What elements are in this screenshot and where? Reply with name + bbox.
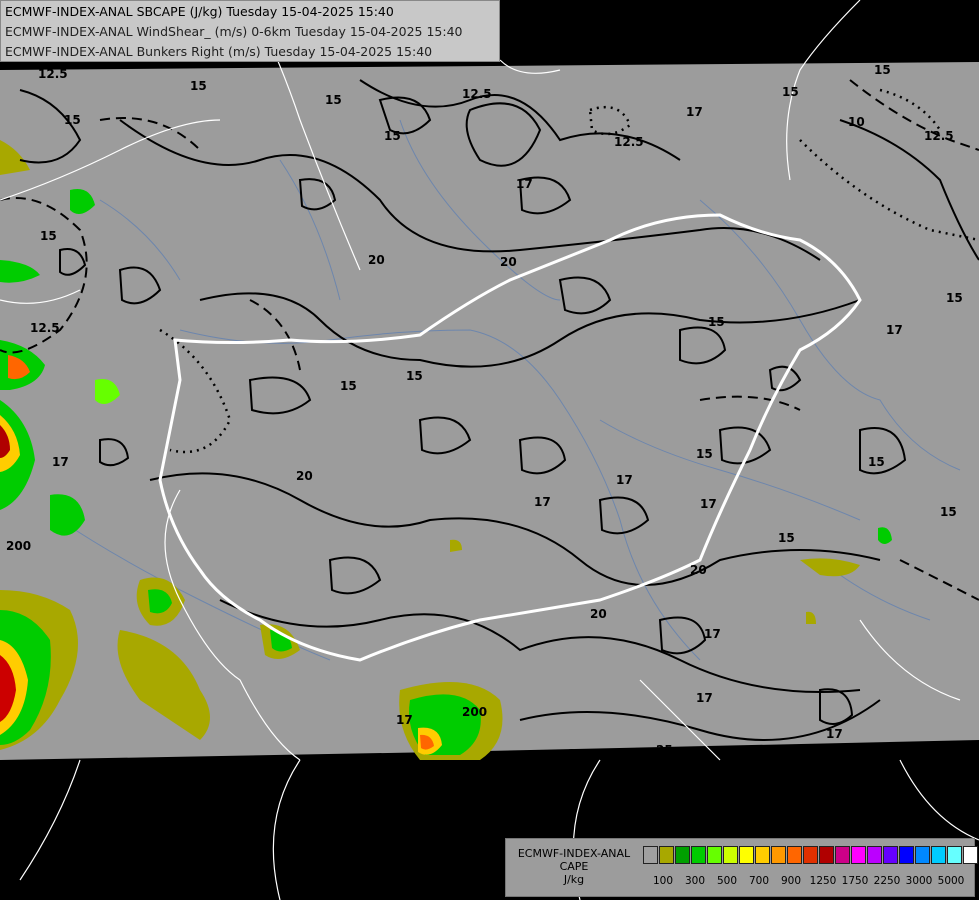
contour-label: 15	[782, 85, 799, 99]
contour-label: 25	[656, 743, 673, 757]
contour-label: 15	[778, 531, 795, 545]
legend-swatch	[851, 846, 866, 864]
legend-tick-label: 1750	[841, 875, 869, 887]
contour-label: 15	[340, 379, 357, 393]
contour-label: 15	[946, 291, 963, 305]
contour-label: 20	[690, 563, 707, 577]
contour-label: 17	[534, 495, 551, 509]
contour-label: 20	[296, 469, 313, 483]
contour-label: 17	[826, 727, 843, 741]
contour-label: 15	[868, 455, 885, 469]
contour-label: 15	[708, 315, 725, 329]
legend-tick-label: 100	[652, 875, 674, 887]
legend-swatch	[771, 846, 786, 864]
legend-swatch	[739, 846, 754, 864]
legend-swatches	[643, 846, 979, 864]
contour-label: 17	[52, 455, 69, 469]
contour-label: 15	[940, 505, 957, 519]
contour-label: 20	[368, 253, 385, 267]
legend-swatch	[931, 846, 946, 864]
contour-label: 17	[700, 497, 717, 511]
contour-label: 20	[568, 747, 585, 761]
contour-label: 15	[190, 79, 207, 93]
contour-label: 12.5	[462, 87, 492, 101]
legend-swatch	[803, 846, 818, 864]
map-canvas: 12.5 15 15 15 12.5 15 12.5 17 15 15 10 1…	[0, 0, 979, 900]
contour-label: 17	[616, 473, 633, 487]
map-header: ECMWF-INDEX-ANAL SBCAPE (J/kg) Tuesday 1…	[0, 0, 500, 62]
legend-swatch	[963, 846, 978, 864]
legend-swatch	[883, 846, 898, 864]
header-line-windshear: ECMWF-INDEX-ANAL WindShear_ (m/s) 0-6km …	[5, 24, 463, 39]
contour-label: 15	[696, 447, 713, 461]
contour-label: 15	[384, 129, 401, 143]
header-line-bunkers: ECMWF-INDEX-ANAL Bunkers Right (m/s) Tue…	[5, 44, 433, 59]
legend-swatch	[899, 846, 914, 864]
legend-swatch	[819, 846, 834, 864]
legend-swatch	[915, 846, 930, 864]
contour-label: 15	[874, 63, 891, 77]
legend-ticks: 100 300 500 700 900 1250 1750 2250 3000 5000	[643, 875, 973, 889]
contour-label: 12.5	[30, 321, 60, 335]
legend-title-model: ECMWF-INDEX-ANAL	[517, 847, 631, 860]
legend-swatch	[947, 846, 962, 864]
contour-label: 15	[40, 229, 57, 243]
header-line-sbcape: ECMWF-INDEX-ANAL SBCAPE (J/kg) Tuesday 1…	[5, 4, 394, 19]
legend-tick-label: 5000	[937, 875, 965, 887]
legend-tick-label: 700	[748, 875, 770, 887]
legend-swatch	[755, 846, 770, 864]
contour-label: 20	[590, 607, 607, 621]
legend-title: ECMWF-INDEX-ANAL CAPE J/kg	[510, 847, 638, 886]
cape-legend: ECMWF-INDEX-ANAL CAPE J/kg 100 300 500 700 9…	[505, 838, 978, 897]
legend-swatch	[707, 846, 722, 864]
contour-label: 12.5	[38, 67, 68, 81]
legend-tick-label: 1250	[809, 875, 837, 887]
contour-label: 200	[462, 705, 487, 719]
contour-label: 200	[6, 539, 31, 553]
contour-label: 10	[848, 115, 865, 129]
legend-swatch	[659, 846, 674, 864]
contour-label: 17	[396, 713, 413, 727]
legend-swatch	[723, 846, 738, 864]
contour-label: 17	[704, 627, 721, 641]
legend-swatch	[835, 846, 850, 864]
legend-swatch	[643, 846, 658, 864]
contour-label: 12.5	[924, 129, 954, 143]
contour-label: 15	[406, 369, 423, 383]
legend-tick-label: 3000	[905, 875, 933, 887]
legend-swatch	[675, 846, 690, 864]
contour-label: 15	[64, 113, 81, 127]
contour-label: 17	[696, 691, 713, 705]
legend-swatch	[867, 846, 882, 864]
legend-tick-label: 2250	[873, 875, 901, 887]
legend-tick-label: 900	[780, 875, 802, 887]
contour-label: 20	[500, 255, 517, 269]
contour-label: 12.5	[614, 135, 644, 149]
legend-swatch	[691, 846, 706, 864]
contour-label: 17	[686, 105, 703, 119]
legend-title-unit: J/kg	[563, 873, 585, 886]
legend-tick-label: 300	[684, 875, 706, 887]
legend-tick-label: 500	[716, 875, 738, 887]
contour-label: 17	[516, 177, 533, 191]
contour-label: 15	[325, 93, 342, 107]
legend-swatch	[787, 846, 802, 864]
contour-label: 17	[886, 323, 903, 337]
legend-title-param: CAPE	[559, 860, 589, 873]
